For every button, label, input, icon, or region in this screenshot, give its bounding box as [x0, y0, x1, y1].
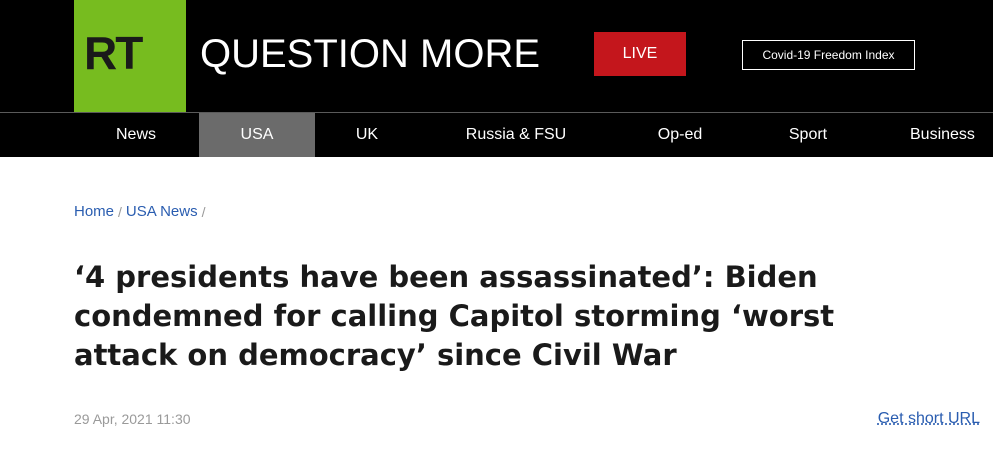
- rt-logo-text[interactable]: RT: [84, 30, 143, 76]
- nav-item-op-ed[interactable]: Op-ed: [640, 113, 720, 157]
- breadcrumb-section-link[interactable]: USA News: [126, 203, 198, 220]
- live-button[interactable]: LIVE: [594, 32, 686, 76]
- nav-item-russia-fsu[interactable]: Russia & FSU: [446, 113, 586, 157]
- covid-freedom-index-button[interactable]: Covid-19 Freedom Index: [742, 40, 915, 70]
- nav-item-usa[interactable]: USA: [199, 113, 315, 157]
- breadcrumb-separator: /: [118, 203, 122, 220]
- article-date: 29 Apr, 2021 11:30: [74, 411, 191, 427]
- get-short-url-link[interactable]: Get short URL: [878, 410, 980, 428]
- nav-item-business[interactable]: Business: [900, 113, 993, 157]
- nav-item-sport[interactable]: Sport: [770, 113, 846, 157]
- breadcrumb-home-link[interactable]: Home: [74, 203, 114, 220]
- breadcrumb-separator: /: [201, 203, 206, 220]
- site-tagline: QUESTION MORE: [200, 32, 541, 76]
- breadcrumb: Home / USA News /: [74, 203, 210, 220]
- nav-item-uk[interactable]: UK: [336, 113, 398, 157]
- main-nav: News USA UK Russia & FSU Op-ed Sport Bus…: [0, 113, 993, 157]
- nav-item-news[interactable]: News: [98, 113, 174, 157]
- article-headline: ‘4 presidents have been assassinated’: B…: [74, 260, 835, 372]
- site-header: RT QUESTION MORE LIVE Covid-19 Freedom I…: [0, 0, 993, 112]
